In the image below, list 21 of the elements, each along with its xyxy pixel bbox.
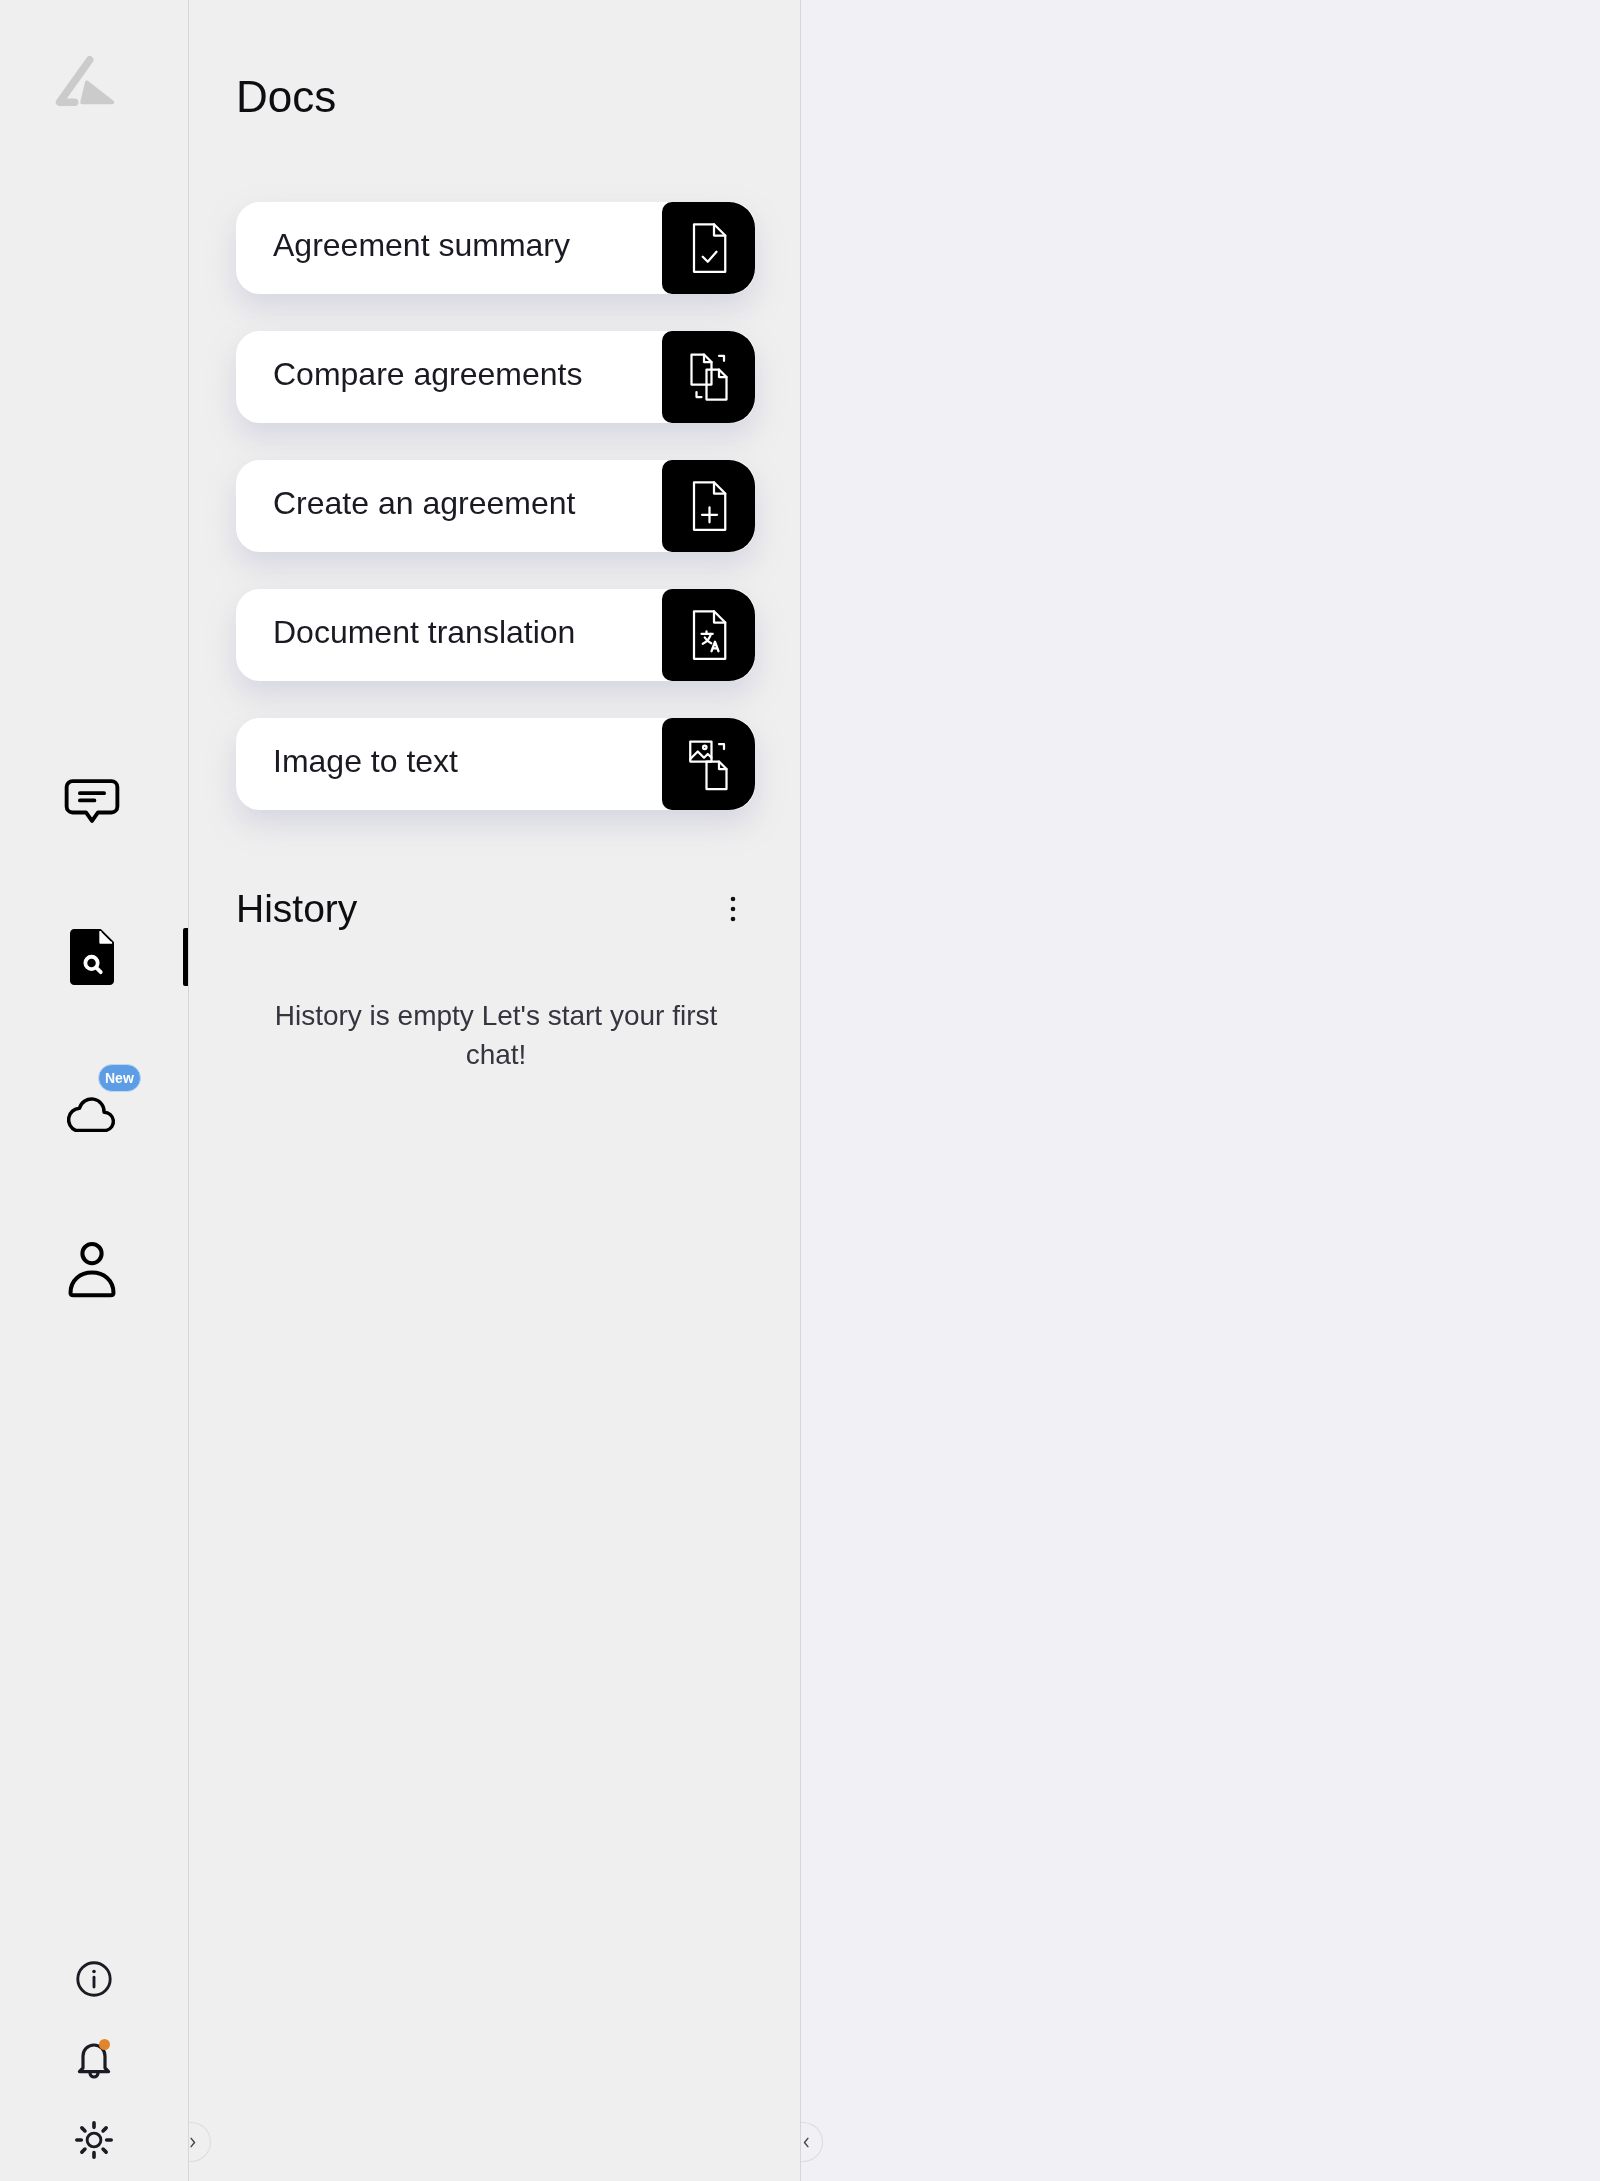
document-translate-icon (662, 589, 755, 681)
panel-title: Docs (236, 71, 337, 123)
two-documents-icon (662, 331, 755, 423)
history-title: History (236, 886, 358, 932)
chevron-right-icon (190, 2136, 196, 2148)
action-button[interactable]: Document translation (236, 589, 755, 681)
document-check-icon (662, 202, 755, 294)
action-button[interactable]: Create an agreement (236, 460, 755, 552)
chevron-left-icon (803, 2136, 809, 2148)
action-button[interactable]: Compare agreements (236, 331, 755, 423)
person-icon[interactable] (68, 1240, 116, 1298)
sun-icon[interactable] (75, 2121, 113, 2159)
new-badge: New (98, 1064, 141, 1092)
action-button[interactable]: Agreement summary (236, 202, 755, 294)
action-button[interactable]: Image to text (236, 718, 755, 810)
document-plus-icon (662, 460, 755, 552)
more-options-icon[interactable] (730, 896, 736, 922)
document-search-icon[interactable] (70, 928, 114, 986)
info-icon[interactable] (76, 1961, 112, 1997)
image-document-icon (662, 718, 755, 810)
empty-history-message: History is empty Let's start your first chat! (273, 999, 719, 1072)
